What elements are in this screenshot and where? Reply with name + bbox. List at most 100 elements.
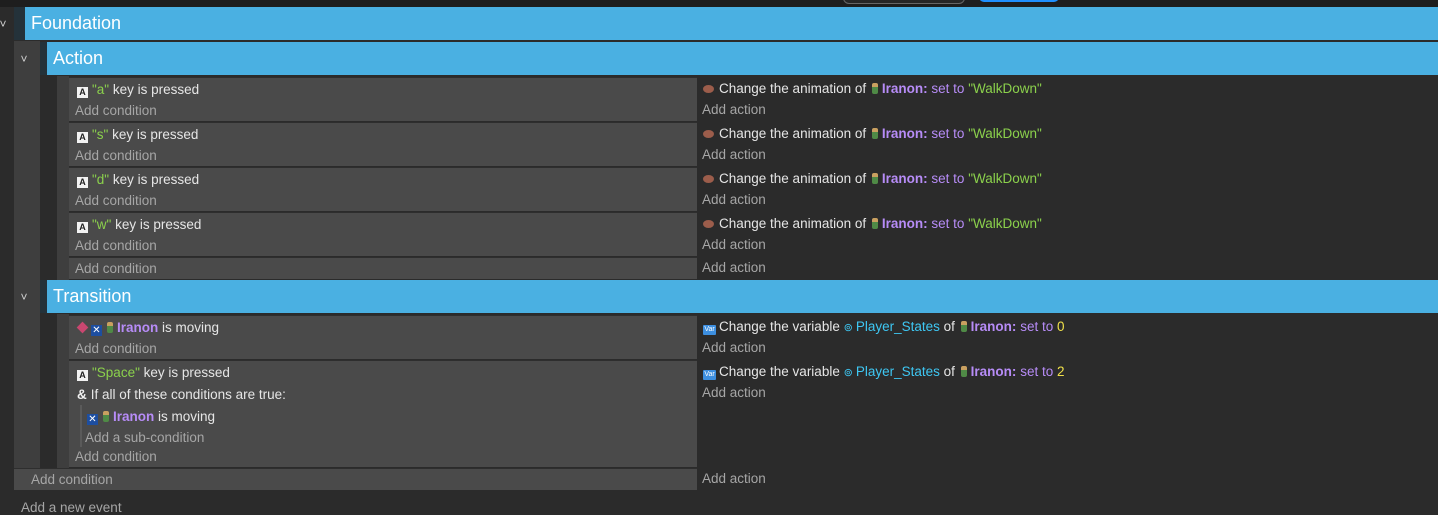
object-name: Iranon: [881,81,928,96]
condition-text: is moving [158,409,216,424]
condition-is-moving[interactable]: ✕ Iranon is moving [76,320,219,336]
group-title: Foundation [31,13,122,33]
action-text: of [943,364,955,379]
chevron-down-icon[interactable]: ˅ [17,290,31,304]
condition-key-pressed[interactable]: A "Space" key is pressed [77,365,230,381]
animation-icon [703,85,714,93]
add-action-link[interactable]: Add action [702,260,766,275]
operator: set to [1020,319,1054,334]
add-sub-condition-link[interactable]: Add a sub-condition [85,430,204,445]
add-action-link[interactable]: Add action [702,471,766,486]
value: "WalkDown" [968,126,1042,141]
condition-text: key is pressed [112,82,200,97]
add-condition-link[interactable]: Add condition [75,261,157,276]
action-change-animation[interactable]: Change the animation of Iranon: set to "… [703,126,1042,141]
movement-icon: ✕ [91,325,102,336]
iranon-sprite-icon [103,411,109,422]
add-condition-link[interactable]: Add condition [31,472,113,487]
condition-key-pressed[interactable]: A "a" key is pressed [77,82,199,98]
operator: set to [931,126,965,141]
object-name: Iranon: [881,126,928,141]
iranon-sprite-icon [871,218,878,229]
empty-event-conditions[interactable] [69,257,697,279]
add-action-link[interactable]: Add action [702,385,766,400]
object-name: Iranon [113,409,155,424]
group-action[interactable]: Action [47,42,1438,75]
object-name: Iranon: [881,216,928,231]
action-change-animation[interactable]: Change the animation of Iranon: set to "… [703,81,1042,96]
key-name: "Space" [92,365,140,380]
value: 2 [1056,364,1065,379]
variable-name: Player_States [855,364,940,379]
and-icon: & [77,387,87,402]
animation-icon [703,220,714,228]
keyboard-key-icon: A [77,222,88,233]
key-name: "a" [92,82,110,97]
value: 0 [1056,319,1065,334]
animation-icon [703,175,714,183]
sub-condition-indent [80,405,82,447]
action-text: Change the variable [719,319,840,334]
chevron-down-icon[interactable]: ˅ [0,17,10,31]
top-toolbar [0,0,1438,7]
condition-and[interactable]: & If all of these conditions are true: [77,387,286,402]
toolbar-control[interactable] [843,0,965,4]
add-condition-link[interactable]: Add condition [75,103,157,118]
add-condition-link[interactable]: Add condition [75,449,157,464]
action-change-animation[interactable]: Change the animation of Iranon: set to "… [703,216,1042,231]
animation-icon [703,130,714,138]
action-change-animation[interactable]: Change the animation of Iranon: set to "… [703,171,1042,186]
gutter [57,314,69,468]
object-name: Iranon: [970,364,1017,379]
action-text: Change the variable [719,364,840,379]
iranon-sprite-icon [871,83,878,94]
add-condition-link[interactable]: Add condition [75,148,157,163]
object-name: Iranon [117,320,159,335]
keyboard-key-icon: A [77,177,88,188]
empty-event-conditions[interactable] [14,468,697,490]
add-condition-link[interactable]: Add condition [75,238,157,253]
chevron-down-icon[interactable]: ˅ [17,52,31,66]
movement-icon: ✕ [87,414,98,425]
condition-key-pressed[interactable]: A "w" key is pressed [77,217,201,233]
keyboard-key-icon: A [77,87,88,98]
action-text: Change the animation of [719,81,867,96]
keyboard-key-icon: A [77,370,88,381]
group-title: Action [53,48,104,68]
movement-behavior-icon [76,321,89,334]
condition-key-pressed[interactable]: A "s" key is pressed [77,127,198,143]
iranon-sprite-icon [871,128,878,139]
sub-condition-is-moving[interactable]: ✕ Iranon is moving [87,409,215,425]
iranon-sprite-icon [960,366,967,377]
add-action-link[interactable]: Add action [702,102,766,117]
add-action-link[interactable]: Add action [702,192,766,207]
add-condition-link[interactable]: Add condition [75,193,157,208]
operator: set to [1020,364,1054,379]
condition-key-pressed[interactable]: A "d" key is pressed [77,172,199,188]
action-text: Change the animation of [719,126,867,141]
key-name: "d" [92,172,110,187]
group-foundation[interactable]: Foundation [25,7,1438,40]
value: "WalkDown" [968,216,1042,231]
variable-icon: Var [703,325,716,335]
add-action-link[interactable]: Add action [702,340,766,355]
iranon-sprite-icon [960,321,967,332]
add-new-event-link[interactable]: Add a new event [21,500,122,515]
globe-icon: ⊚ [843,322,853,334]
toolbar-primary-button[interactable] [979,0,1059,2]
add-condition-link[interactable]: Add condition [75,341,157,356]
add-action-link[interactable]: Add action [702,237,766,252]
iranon-sprite-icon [871,173,878,184]
group-title: Transition [53,286,132,306]
action-change-variable[interactable]: Var Change the variable ⊚ Player_States of… [703,364,1065,380]
operator: set to [931,171,965,186]
group-transition[interactable]: Transition [47,280,1438,313]
key-name: "s" [92,127,109,142]
condition-text: key is pressed [115,217,202,232]
gutter [14,41,40,280]
action-change-variable[interactable]: Var Change the variable ⊚ Player_States of… [703,319,1065,335]
value: "WalkDown" [968,171,1042,186]
add-action-link[interactable]: Add action [702,147,766,162]
iranon-sprite-icon [107,322,113,333]
gutter [57,76,69,280]
